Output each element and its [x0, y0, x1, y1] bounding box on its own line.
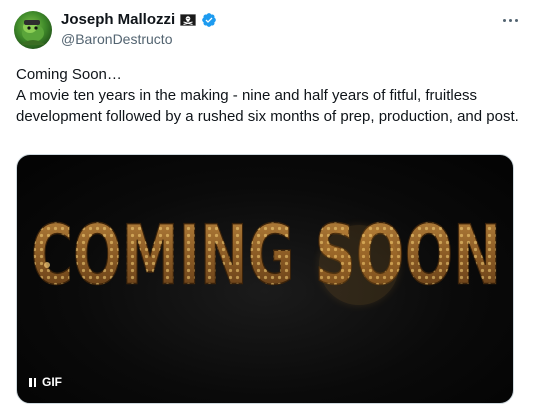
svg-text:COMING SOON: COMING SOON: [31, 208, 501, 303]
author-name-row: Joseph Mallozzi: [61, 11, 217, 29]
verified-badge-icon: [201, 12, 217, 28]
author-display-name[interactable]: Joseph Mallozzi: [61, 11, 175, 29]
avatar-image: [20, 20, 46, 45]
gif-label: GIF: [42, 375, 62, 389]
avatar[interactable]: [14, 11, 52, 49]
more-horizontal-icon: [502, 18, 506, 22]
pause-icon[interactable]: [29, 377, 36, 387]
coming-soon-marquee: COMING SOON COMING SOON: [30, 208, 502, 305]
pirate-flag-icon: [180, 14, 196, 26]
media-gif[interactable]: COMING SOON COMING SOON GIF: [16, 154, 514, 404]
author-handle[interactable]: @BaronDestructo: [61, 31, 172, 48]
tweet-text: Coming Soon… A movie ten years in the ma…: [16, 64, 521, 127]
tweet-card: Joseph Mallozzi @BaronDestructo Coming S…: [0, 0, 540, 408]
more-options-button[interactable]: [498, 10, 522, 30]
gif-badge[interactable]: GIF: [29, 375, 62, 389]
tweet-text-line: Coming Soon…: [16, 66, 122, 83]
tweet-text-line: A movie ten years in the making - nine a…: [16, 87, 519, 125]
